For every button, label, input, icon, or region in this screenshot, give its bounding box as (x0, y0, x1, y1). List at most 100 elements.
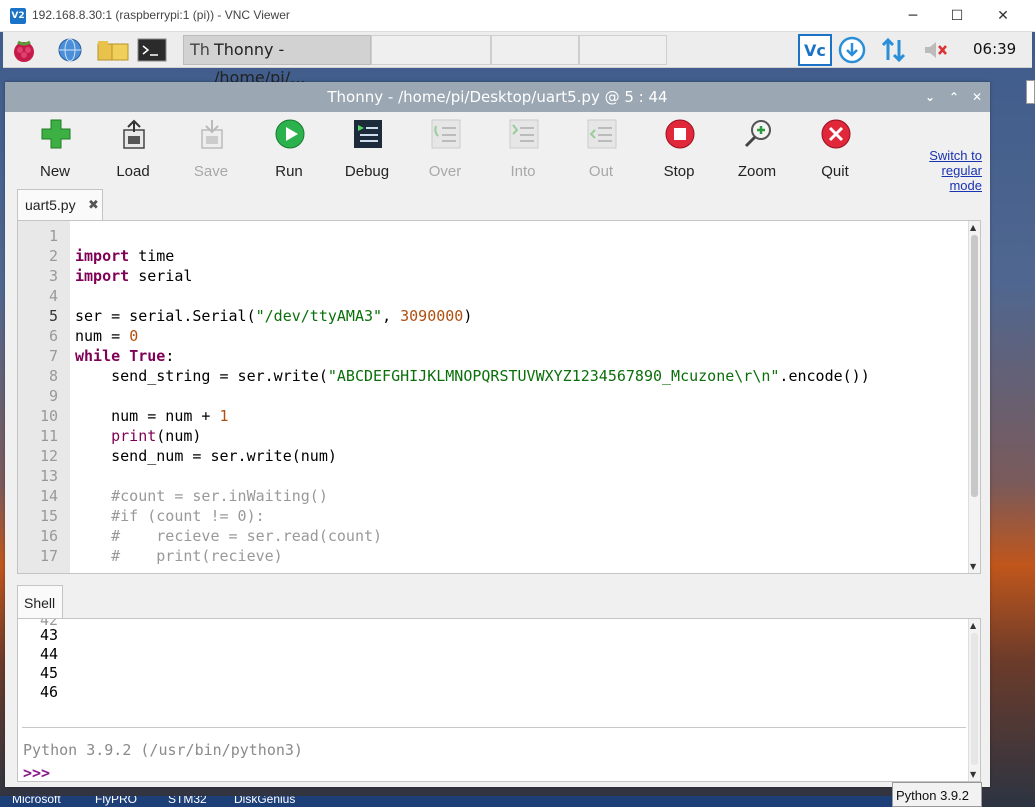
code-line: import serial (75, 267, 193, 285)
step-over-button[interactable]: Over (410, 118, 480, 184)
zoom-button[interactable]: Zoom (722, 118, 792, 184)
code-line: import time (75, 247, 175, 265)
windows-taskbar: Microsoft FlyPRO STM32 DiskGenius (0, 796, 892, 807)
interpreter-status[interactable]: Python 3.9.2 (892, 782, 982, 807)
svg-text:Vc: Vc (804, 41, 826, 60)
thonny-icon: Th (190, 40, 210, 59)
line-number-gutter: 1 2 3 4 5 6 7 8 9 10 11 12 13 14 15 16 1… (18, 221, 70, 573)
folder-icon[interactable] (96, 36, 129, 64)
download-icon[interactable] (837, 36, 867, 64)
maximize-chevron-icon[interactable]: ⌃ (943, 82, 965, 112)
scroll-up-icon[interactable]: ▲ (970, 621, 976, 630)
run-button[interactable]: Run (254, 118, 324, 184)
editor-tab-uart5[interactable]: uart5.py ✖ (17, 189, 103, 220)
editor-tab-label: uart5.py (25, 197, 76, 213)
shell-tab[interactable]: Shell (17, 585, 63, 619)
terminal-icon[interactable] (136, 36, 167, 64)
thonny-titlebar: Thonny - /home/pi/Desktop/uart5.py @ 5 :… (5, 82, 990, 112)
quit-button[interactable]: Quit (800, 118, 870, 184)
code-line: #if (count != 0): (75, 507, 265, 525)
code-line: ser = serial.Serial("/dev/ttyAMA3", 3090… (75, 307, 473, 325)
line-number: 12 (39, 447, 58, 465)
load-button[interactable]: Load (98, 118, 168, 184)
scroll-thumb[interactable] (971, 633, 978, 765)
code-line: send_string = ser.write("ABCDEFGHIJKLMNO… (75, 367, 870, 385)
shell-output-line: 45 (40, 664, 59, 682)
scroll-down-icon[interactable]: ▼ (970, 770, 976, 779)
line-number: 11 (39, 427, 58, 445)
new-button[interactable]: New (20, 118, 90, 184)
globe-icon[interactable] (55, 36, 85, 64)
vnc-icon[interactable]: Vc (798, 34, 832, 66)
stop-button[interactable]: Stop (644, 118, 714, 184)
line-number: 4 (48, 287, 58, 305)
line-number: 7 (48, 347, 58, 365)
code-line: #count = ser.inWaiting() (75, 487, 328, 505)
taskbar-slot[interactable] (371, 35, 491, 65)
line-number: 8 (48, 367, 58, 385)
step-into-button[interactable]: Into (488, 118, 558, 184)
line-number: 1 (48, 227, 58, 245)
taskbar-app-label[interactable]: STM32 (168, 796, 207, 806)
code-line: while True: (75, 347, 175, 365)
shell-output-line: 43 (40, 626, 59, 644)
code-line: send_num = ser.write(num) (75, 447, 337, 465)
line-number: 3 (48, 267, 58, 285)
taskbar-thonny-window[interactable]: Th Thonny - /home/pi/... (183, 35, 371, 87)
shell-panel[interactable]: 42 43 44 45 46 Python 3.9.2 (/usr/bin/py… (17, 618, 981, 782)
code-editor[interactable]: 1 2 3 4 5 6 7 8 9 10 11 12 13 14 15 16 1… (17, 220, 981, 574)
code-line: num = num + 1 (75, 407, 229, 425)
line-number: 2 (48, 247, 58, 265)
scroll-down-icon[interactable]: ▼ (970, 562, 976, 571)
vnc-titlebar: V2 192.168.8.30:1 (raspberrypi:1 (pi)) -… (0, 0, 1035, 32)
shell-scrollbar[interactable]: ▲ ▼ (968, 619, 980, 781)
debug-button[interactable]: Debug (332, 118, 402, 184)
line-number: 10 (39, 407, 58, 425)
pi-taskbar: Th Thonny - /home/pi/... Vc 06:39 (3, 32, 1032, 87)
maximize-button[interactable]: ☐ (935, 4, 979, 28)
scroll-thumb[interactable] (971, 235, 978, 497)
toolbar: New Load Save Run Debug Over Into Out St… (5, 112, 990, 193)
raspberry-menu-icon[interactable] (9, 36, 39, 64)
step-over-icon (431, 119, 461, 149)
scroll-up-icon[interactable]: ▲ (970, 223, 976, 232)
taskbar-window-label: Thonny - /home/pi/... (214, 40, 306, 87)
vnc-logo-icon: V2 (10, 8, 26, 24)
taskbar-app-label[interactable]: Microsoft (12, 796, 61, 806)
line-number: 17 (39, 547, 58, 565)
line-number: 9 (48, 387, 58, 405)
shell-prompt[interactable]: >>> (23, 764, 50, 781)
code-line: # print(recieve) (75, 547, 283, 565)
taskbar-app-label[interactable]: FlyPRO (95, 796, 137, 806)
close-button[interactable]: ✕ (981, 4, 1025, 28)
thonny-close-button[interactable]: ✕ (966, 82, 988, 112)
code-line: print(num) (111, 427, 202, 445)
run-icon (275, 119, 305, 149)
line-number: 6 (48, 327, 58, 345)
step-out-button[interactable]: Out (566, 118, 636, 184)
clock[interactable]: 06:39 (973, 40, 1016, 58)
shell-output-line: 46 (40, 683, 59, 701)
line-number: 16 (39, 527, 58, 545)
switch-to-regular-mode-link[interactable]: Switch to regular mode (910, 148, 982, 193)
vnc-window-title: 192.168.8.30:1 (raspberrypi:1 (pi)) - VN… (32, 8, 290, 22)
quit-icon (821, 119, 851, 149)
taskbar-slot[interactable] (491, 35, 579, 65)
updown-arrows-icon[interactable] (879, 36, 909, 64)
menu-chevron-icon[interactable]: ⌄ (919, 82, 941, 112)
save-icon (201, 120, 223, 149)
code-line: # recieve = ser.read(count) (75, 527, 383, 545)
line-number: 15 (39, 507, 58, 525)
line-number: 14 (39, 487, 58, 505)
minimize-button[interactable]: ─ (891, 4, 935, 28)
step-out-icon (587, 119, 617, 149)
shell-divider (22, 727, 966, 728)
taskbar-app-label[interactable]: DiskGenius (234, 796, 295, 806)
editor-scrollbar[interactable]: ▲ ▼ (968, 221, 980, 573)
taskbar-slot[interactable] (579, 35, 667, 65)
save-button[interactable]: Save (176, 118, 246, 184)
step-into-icon (509, 119, 539, 149)
shell-output-line: 44 (40, 645, 59, 663)
volume-muted-icon[interactable] (921, 36, 951, 64)
close-tab-icon[interactable]: ✖ (88, 190, 99, 220)
